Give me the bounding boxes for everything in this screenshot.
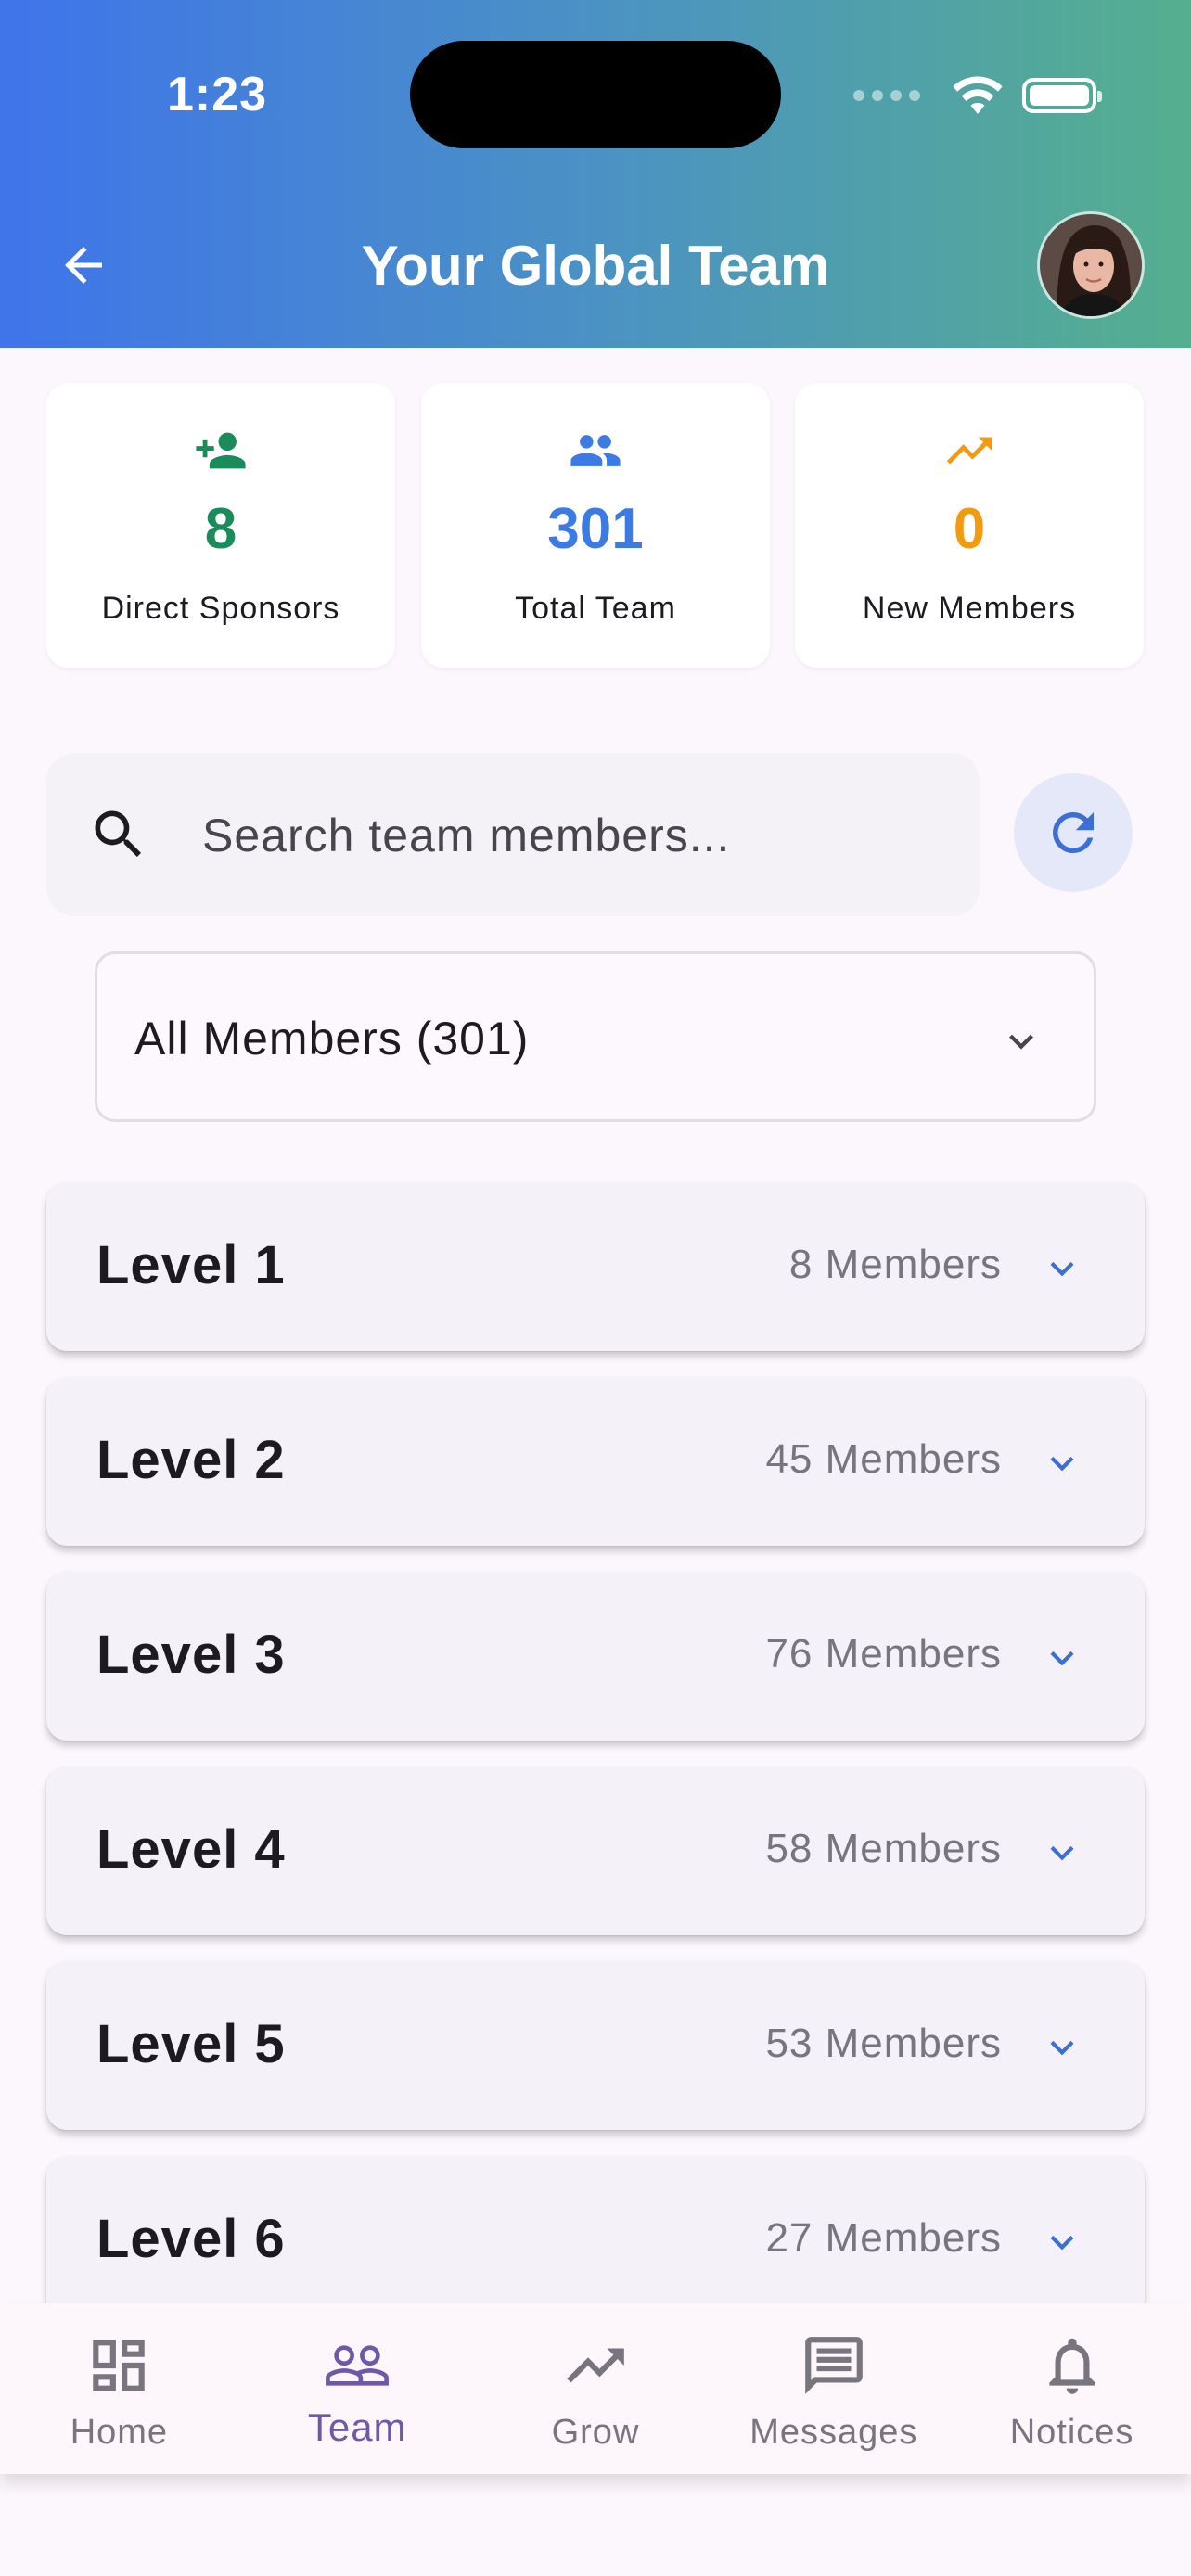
level-member-count: 76 Members	[765, 1631, 1002, 1677]
level-name: Level 5	[96, 2014, 286, 2074]
stat-label: Total Team	[515, 591, 676, 626]
person-add-icon	[196, 432, 246, 469]
dynamic-island	[410, 41, 781, 148]
team-screen: 1:23 Your Global Team 8 Direct Sponsors …	[0, 0, 1191, 2576]
search-bar	[46, 753, 980, 916]
refresh-button[interactable]	[1014, 773, 1133, 892]
level-row-1[interactable]: Level 1 8 Members	[46, 1182, 1145, 1351]
nav-label: Team	[307, 2405, 407, 2449]
nav-label: Home	[70, 2413, 169, 2452]
refresh-icon	[1053, 812, 1094, 853]
search-input[interactable]	[202, 794, 944, 877]
level-member-count: 58 Members	[765, 1826, 1002, 1871]
trending-up-icon	[946, 437, 992, 465]
level-name: Level 3	[96, 1625, 286, 1685]
stat-label: Direct Sponsors	[101, 591, 340, 626]
stat-value: 0	[953, 497, 986, 561]
member-filter-dropdown[interactable]: All Members (301)	[95, 951, 1096, 1122]
nav-item-home[interactable]: Home	[0, 2303, 238, 2474]
level-name: Level 6	[96, 2209, 286, 2269]
level-name: Level 2	[96, 1430, 286, 1490]
wifi-icon	[953, 76, 1003, 114]
stat-label: New Members	[862, 591, 1077, 626]
stat-value: 301	[547, 497, 644, 561]
stat-value: 8	[204, 497, 237, 561]
level-row-4[interactable]: Level 4 58 Members	[46, 1766, 1145, 1935]
nav-item-messages[interactable]: Messages	[714, 2303, 953, 2474]
chevron-down-icon	[1050, 1845, 1074, 1861]
level-member-count: 8 Members	[788, 1242, 1002, 1287]
group-icon	[570, 435, 621, 466]
trending-up-icon	[567, 2348, 624, 2383]
level-name: Level 1	[96, 1235, 286, 1295]
level-row-2[interactable]: Level 2 45 Members	[46, 1377, 1145, 1546]
level-row-3[interactable]: Level 3 76 Members	[46, 1572, 1145, 1741]
chevron-down-icon	[1050, 1261, 1074, 1277]
status-time: 1:23	[167, 68, 268, 121]
page-title: Your Global Team	[361, 235, 830, 297]
app-header: 1:23 Your Global Team	[0, 0, 1191, 348]
message-icon	[804, 2337, 863, 2394]
level-member-count: 45 Members	[765, 1436, 1002, 1482]
battery-icon	[1022, 78, 1102, 113]
chevron-down-icon	[1050, 1456, 1074, 1472]
status-icons	[853, 72, 1102, 119]
nav-item-notices[interactable]: Notices	[953, 2303, 1191, 2474]
level-name: Level 4	[96, 1819, 286, 1880]
bell-icon	[1048, 2338, 1095, 2394]
avatar[interactable]	[1037, 211, 1145, 319]
chevron-down-icon	[1009, 1034, 1033, 1050]
level-row-5[interactable]: Level 5 53 Members	[46, 1961, 1145, 2130]
level-member-count: 53 Members	[765, 2021, 1002, 2066]
dashboard-icon	[93, 2340, 146, 2391]
nav-label: Notices	[1009, 2413, 1134, 2452]
chevron-down-icon	[1050, 1651, 1074, 1666]
level-row-6[interactable]: Level 6 27 Members	[46, 2156, 1145, 2325]
bottom-navigation: Home Team Grow Messages Notices	[0, 2303, 1191, 2474]
profile-photo-icon	[1040, 214, 1142, 316]
search-icon	[95, 810, 142, 858]
stat-card-total-team: 301 Total Team	[421, 383, 770, 668]
people-icon	[326, 2345, 390, 2386]
nav-label: Grow	[551, 2413, 640, 2452]
stat-card-new-members: 0 New Members	[795, 383, 1144, 668]
stat-card-direct-sponsors: 8 Direct Sponsors	[46, 383, 395, 668]
chevron-down-icon	[1050, 2235, 1074, 2251]
nav-item-grow[interactable]: Grow	[477, 2303, 715, 2474]
chevron-down-icon	[1050, 2040, 1074, 2056]
level-member-count: 27 Members	[765, 2215, 1002, 2261]
dropdown-selected-value: All Members (301)	[134, 1013, 530, 1065]
nav-label: Messages	[749, 2413, 918, 2452]
nav-item-team[interactable]: Team	[238, 2303, 477, 2474]
signal-icon	[853, 90, 920, 101]
